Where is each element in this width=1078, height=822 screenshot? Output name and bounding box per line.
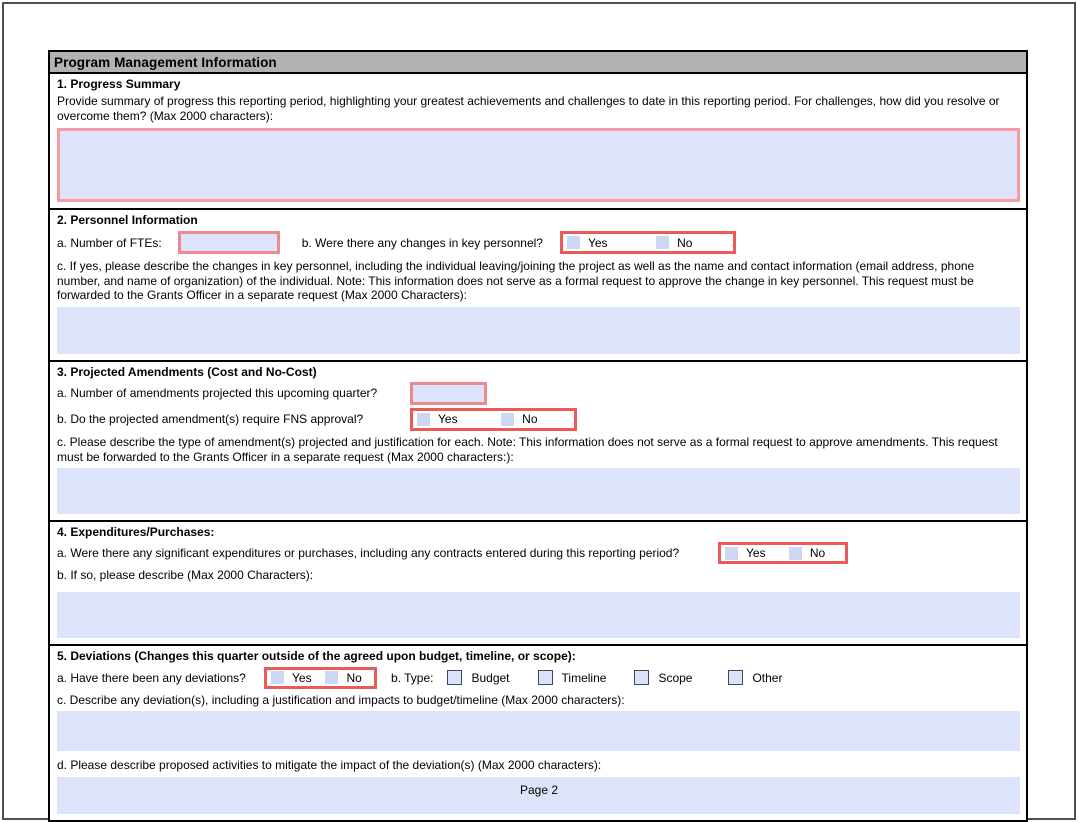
key-personnel-no-checkbox[interactable] <box>656 236 669 249</box>
deviation-type-scope: Scope <box>634 670 692 685</box>
budget-label: Budget <box>471 671 509 685</box>
fte-count-label: a. Number of FTEs: <box>57 236 162 250</box>
fte-count-input[interactable] <box>178 231 280 254</box>
expenditures-question-row: a. Were there any significant expenditur… <box>57 542 1020 564</box>
expenditures-textarea[interactable] <box>57 592 1020 638</box>
page-number: Page 2 <box>0 783 1078 797</box>
yes-label: Yes <box>292 671 312 685</box>
deviation-type-timeline: Timeline <box>538 670 607 685</box>
fns-approval-yes-checkbox[interactable] <box>417 413 430 426</box>
other-checkbox[interactable] <box>728 670 743 685</box>
fns-approval-label: b. Do the projected amendment(s) require… <box>57 412 410 426</box>
expenditures-no-checkbox[interactable] <box>789 547 802 560</box>
progress-summary-textarea[interactable] <box>57 128 1020 202</box>
timeline-checkbox[interactable] <box>538 670 553 685</box>
yes-label: Yes <box>588 236 608 250</box>
yes-label: Yes <box>438 412 458 426</box>
no-label: No <box>677 236 692 250</box>
amendments-description: c. Please describe the type of amendment… <box>57 435 1020 464</box>
timeline-label: Timeline <box>562 671 607 685</box>
deviations-no-checkbox[interactable] <box>325 671 338 684</box>
expenditures-title: 4. Expenditures/Purchases: <box>57 525 1020 540</box>
section-progress-summary: 1. Progress Summary Provide summary of p… <box>50 74 1026 210</box>
fns-approval-yesno: Yes No <box>410 408 577 431</box>
deviation-type-label: b. Type: <box>391 671 433 685</box>
progress-summary-description: Provide summary of progress this reporti… <box>57 94 1020 123</box>
form-section-header: Program Management Information <box>50 52 1026 74</box>
expenditures-describe-label: b. If so, please describe (Max 2000 Char… <box>57 568 1020 583</box>
deviations-title: 5. Deviations (Changes this quarter outs… <box>57 649 1020 664</box>
deviations-mitigate-label: d. Please describe proposed activities t… <box>57 758 1020 773</box>
deviations-question-row: a. Have there been any deviations? Yes N… <box>57 667 1020 689</box>
other-label: Other <box>752 671 782 685</box>
deviation-type-other: Other <box>728 670 782 685</box>
amendments-textarea[interactable] <box>57 468 1020 514</box>
key-personnel-change-yesno: Yes No <box>560 231 736 254</box>
no-label: No <box>810 546 825 560</box>
amendments-count-row: a. Number of amendments projected this u… <box>57 382 1020 405</box>
personnel-information-title: 2. Personnel Information <box>57 213 1020 228</box>
deviations-describe-label: c. Describe any deviation(s), including … <box>57 693 1020 708</box>
budget-checkbox[interactable] <box>447 670 462 685</box>
deviations-describe-textarea[interactable] <box>57 711 1020 751</box>
section-expenditures-purchases: 4. Expenditures/Purchases: a. Were there… <box>50 522 1026 646</box>
scope-label: Scope <box>658 671 692 685</box>
section-personnel-information: 2. Personnel Information a. Number of FT… <box>50 210 1026 362</box>
deviations-yesno: Yes No <box>264 667 377 689</box>
program-management-form: Program Management Information 1. Progre… <box>48 50 1028 822</box>
no-label: No <box>346 671 361 685</box>
yes-label: Yes <box>746 546 766 560</box>
no-label: No <box>522 412 537 426</box>
projected-amendments-title: 3. Projected Amendments (Cost and No-Cos… <box>57 365 1020 380</box>
personnel-change-textarea[interactable] <box>57 307 1020 354</box>
deviations-yes-checkbox[interactable] <box>271 671 284 684</box>
deviations-question-label: a. Have there been any deviations? <box>57 671 264 685</box>
personnel-change-description: c. If yes, please describe the changes i… <box>57 259 1020 303</box>
deviation-type-budget: Budget <box>447 670 509 685</box>
amendments-count-input[interactable] <box>410 382 487 405</box>
key-personnel-yes-checkbox[interactable] <box>567 236 580 249</box>
section-projected-amendments: 3. Projected Amendments (Cost and No-Cos… <box>50 362 1026 522</box>
fns-approval-row: b. Do the projected amendment(s) require… <box>57 408 1020 431</box>
fns-approval-no-checkbox[interactable] <box>501 413 514 426</box>
expenditures-yes-checkbox[interactable] <box>725 547 738 560</box>
key-personnel-change-label: b. Were there any changes in key personn… <box>302 236 543 250</box>
expenditures-question-label: a. Were there any significant expenditur… <box>57 546 718 560</box>
expenditures-yesno: Yes No <box>718 542 848 564</box>
scope-checkbox[interactable] <box>634 670 649 685</box>
progress-summary-title: 1. Progress Summary <box>57 77 1020 92</box>
personnel-row: a. Number of FTEs: b. Were there any cha… <box>57 231 1020 254</box>
amendments-count-label: a. Number of amendments projected this u… <box>57 386 410 400</box>
